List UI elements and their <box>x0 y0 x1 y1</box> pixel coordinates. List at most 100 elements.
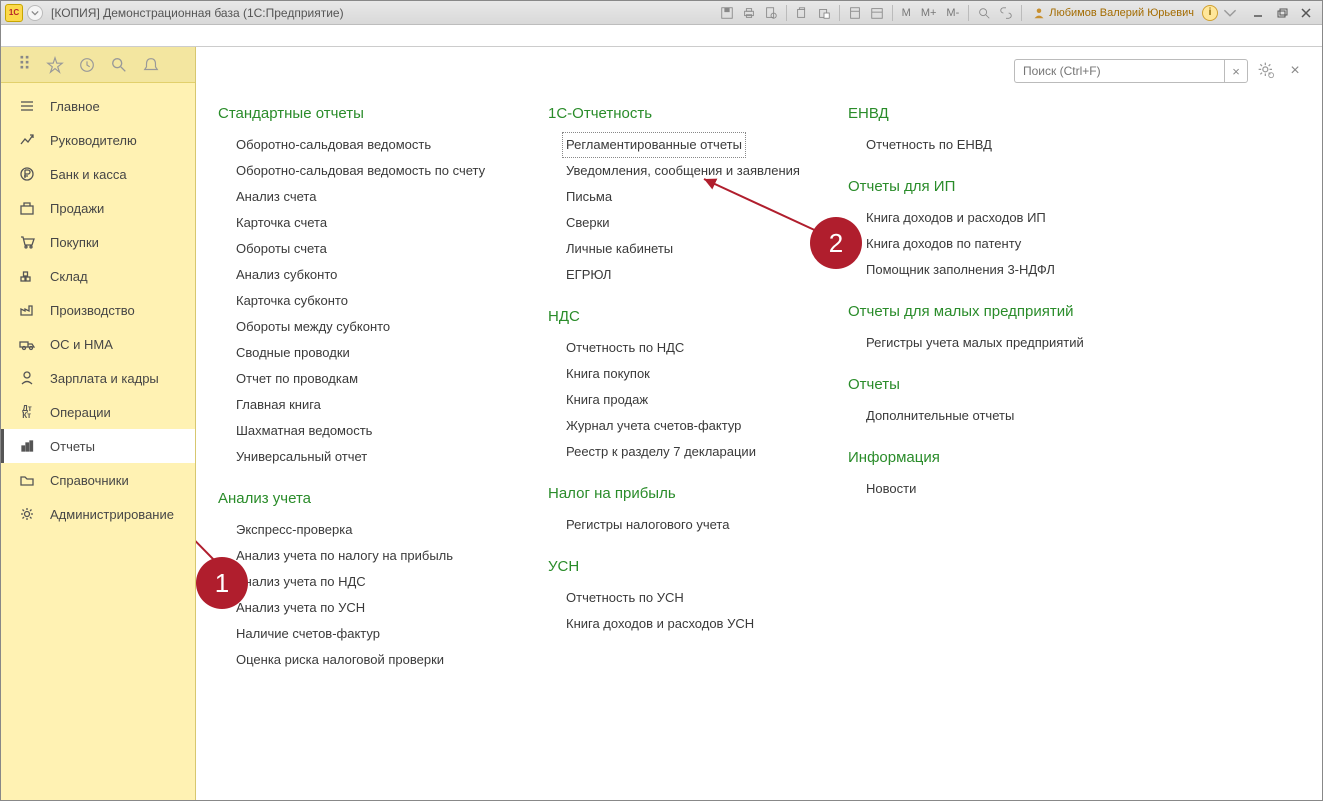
preview-icon[interactable] <box>761 4 781 22</box>
report-link[interactable]: Анализ учета по НДС <box>218 569 508 595</box>
sidebar-item-manager[interactable]: Руководителю <box>1 123 195 157</box>
window-restore-button[interactable] <box>1270 4 1294 22</box>
report-link[interactable]: Помощник заполнения 3-НДФЛ <box>848 257 1108 283</box>
sidebar-item-admin[interactable]: Администрирование <box>1 497 195 531</box>
sidebar-item-label: Отчеты <box>50 439 95 454</box>
sidebar-item-label: Главное <box>50 99 100 114</box>
report-link[interactable]: Анализ учета по УСН <box>218 595 508 621</box>
sidebar-item-label: Справочники <box>50 473 129 488</box>
report-link[interactable]: Реестр к разделу 7 декларации <box>548 439 808 465</box>
column-1: Стандартные отчетыОборотно-сальдовая вед… <box>218 105 508 693</box>
report-link[interactable]: Главная книга <box>218 392 508 418</box>
window-minimize-button[interactable] <box>1246 4 1270 22</box>
report-link[interactable]: Анализ счета <box>218 184 508 210</box>
memory-mplus-button[interactable]: M+ <box>917 7 941 19</box>
report-link[interactable]: Шахматная ведомость <box>218 418 508 444</box>
search-icon[interactable] <box>109 55 129 75</box>
sidebar-item-operations[interactable]: ДтКтОперации <box>1 395 195 429</box>
info-button[interactable]: i <box>1202 5 1218 21</box>
section-title: Анализ учета <box>218 490 508 507</box>
report-link[interactable]: Отчет по проводкам <box>218 366 508 392</box>
section-title: Отчеты для малых предприятий <box>848 303 1108 320</box>
report-link[interactable]: Личные кабинеты <box>548 236 808 262</box>
report-link[interactable]: Книга покупок <box>548 361 808 387</box>
report-link[interactable]: Регистры налогового учета <box>548 512 808 538</box>
report-link[interactable]: Карточка счета <box>218 210 508 236</box>
memory-mminus-button[interactable]: M- <box>942 7 963 19</box>
report-link[interactable]: Отчетность по НДС <box>548 335 808 361</box>
report-link[interactable]: Обороты счета <box>218 236 508 262</box>
link-icon[interactable] <box>996 4 1016 22</box>
report-link[interactable]: Оборотно-сальдовая ведомость по счету <box>218 158 508 184</box>
sidebar-item-payroll[interactable]: Зарплата и кадры <box>1 361 195 395</box>
section: Отчеты для малых предприятий Регистры уче… <box>848 303 1108 356</box>
search-input[interactable] <box>1014 59 1224 83</box>
sidebar-item-bank[interactable]: Банк и касса <box>1 157 195 191</box>
report-link[interactable]: Оборотно-сальдовая ведомость <box>218 132 508 158</box>
report-link[interactable]: Новости <box>848 476 1108 502</box>
report-link[interactable]: Экспресс-проверка <box>218 517 508 543</box>
report-link[interactable]: Книга продаж <box>548 387 808 413</box>
sidebar-item-warehouse[interactable]: Склад <box>1 259 195 293</box>
sidebar-item-assets[interactable]: ОС и НМА <box>1 327 195 361</box>
report-link[interactable]: Письма <box>548 184 808 210</box>
favorite-icon[interactable] <box>45 55 65 75</box>
search-clear-button[interactable]: × <box>1224 59 1248 83</box>
zoom-icon[interactable] <box>974 4 994 22</box>
report-link[interactable]: Анализ учета по налогу на прибыль <box>218 543 508 569</box>
factory-icon <box>18 301 36 319</box>
box-out-icon <box>18 199 36 217</box>
section-title: Отчеты <box>848 376 1108 393</box>
settings-gear-icon[interactable] <box>1256 60 1278 82</box>
sidebar-item-reports[interactable]: Отчеты <box>1 429 195 463</box>
report-link[interactable]: Сверки <box>548 210 808 236</box>
report-link[interactable]: Дополнительные отчеты <box>848 403 1108 429</box>
sidebar-item-label: Администрирование <box>50 507 174 522</box>
column-2: 1С-ОтчетностьРегламентированные отчетыУв… <box>548 105 808 693</box>
section-title: ЕНВД <box>848 105 1108 122</box>
bell-icon[interactable] <box>141 55 161 75</box>
report-link[interactable]: Отчетность по УСН <box>548 585 808 611</box>
report-link[interactable]: ЕГРЮЛ <box>548 262 808 288</box>
report-link[interactable]: Универсальный отчет <box>218 444 508 470</box>
report-link[interactable]: Книга доходов по патенту <box>848 231 1108 257</box>
sidebar-item-sales[interactable]: Продажи <box>1 191 195 225</box>
report-link[interactable]: Регистры учета малых предприятий <box>848 330 1108 356</box>
memory-m-button[interactable]: M <box>898 7 915 19</box>
truck-icon <box>18 335 36 353</box>
history-icon[interactable] <box>77 55 97 75</box>
clipboard-paste-icon[interactable] <box>814 4 834 22</box>
save-icon[interactable] <box>717 4 737 22</box>
sidebar-item-production[interactable]: Производство <box>1 293 195 327</box>
calendar-icon[interactable] <box>867 4 887 22</box>
sidebar-item-label: Зарплата и кадры <box>50 371 159 386</box>
section: Стандартные отчетыОборотно-сальдовая вед… <box>218 105 508 470</box>
report-link[interactable]: Наличие счетов-фактур <box>218 621 508 647</box>
sidebar-item-directories[interactable]: Справочники <box>1 463 195 497</box>
report-link[interactable]: Обороты между субконто <box>218 314 508 340</box>
report-link[interactable]: Сводные проводки <box>218 340 508 366</box>
panel-close-button[interactable]: × <box>1286 62 1304 80</box>
window-close-button[interactable] <box>1294 4 1318 22</box>
report-link[interactable]: Карточка субконто <box>218 288 508 314</box>
report-link[interactable]: Оценка риска налоговой проверки <box>218 647 508 673</box>
report-link[interactable]: Регламентированные отчеты <box>562 132 746 158</box>
titlebar-menu-button[interactable] <box>27 5 43 21</box>
report-link[interactable]: Журнал учета счетов-фактур <box>548 413 808 439</box>
print-icon[interactable] <box>739 4 759 22</box>
report-link[interactable]: Уведомления, сообщения и заявления <box>548 158 808 184</box>
apps-grid-icon[interactable]: ⠿ <box>13 55 33 75</box>
calc-icon[interactable] <box>845 4 865 22</box>
report-link[interactable]: Книга доходов и расходов УСН <box>548 611 808 637</box>
clipboard-copy-icon[interactable] <box>792 4 812 22</box>
user-badge[interactable]: Любимов Валерий Юрьевич <box>1033 7 1194 19</box>
report-link[interactable]: Книга доходов и расходов ИП <box>848 205 1108 231</box>
sidebar-item-main[interactable]: Главное <box>1 89 195 123</box>
section: УСНОтчетность по УСНКнига доходов и расх… <box>548 558 808 637</box>
info-dropdown-icon[interactable] <box>1220 4 1240 22</box>
sidebar-item-purchases[interactable]: Покупки <box>1 225 195 259</box>
section-title: НДС <box>548 308 808 325</box>
section-title: Информация <box>848 449 1108 466</box>
report-link[interactable]: Анализ субконто <box>218 262 508 288</box>
report-link[interactable]: Отчетность по ЕНВД <box>848 132 1108 158</box>
